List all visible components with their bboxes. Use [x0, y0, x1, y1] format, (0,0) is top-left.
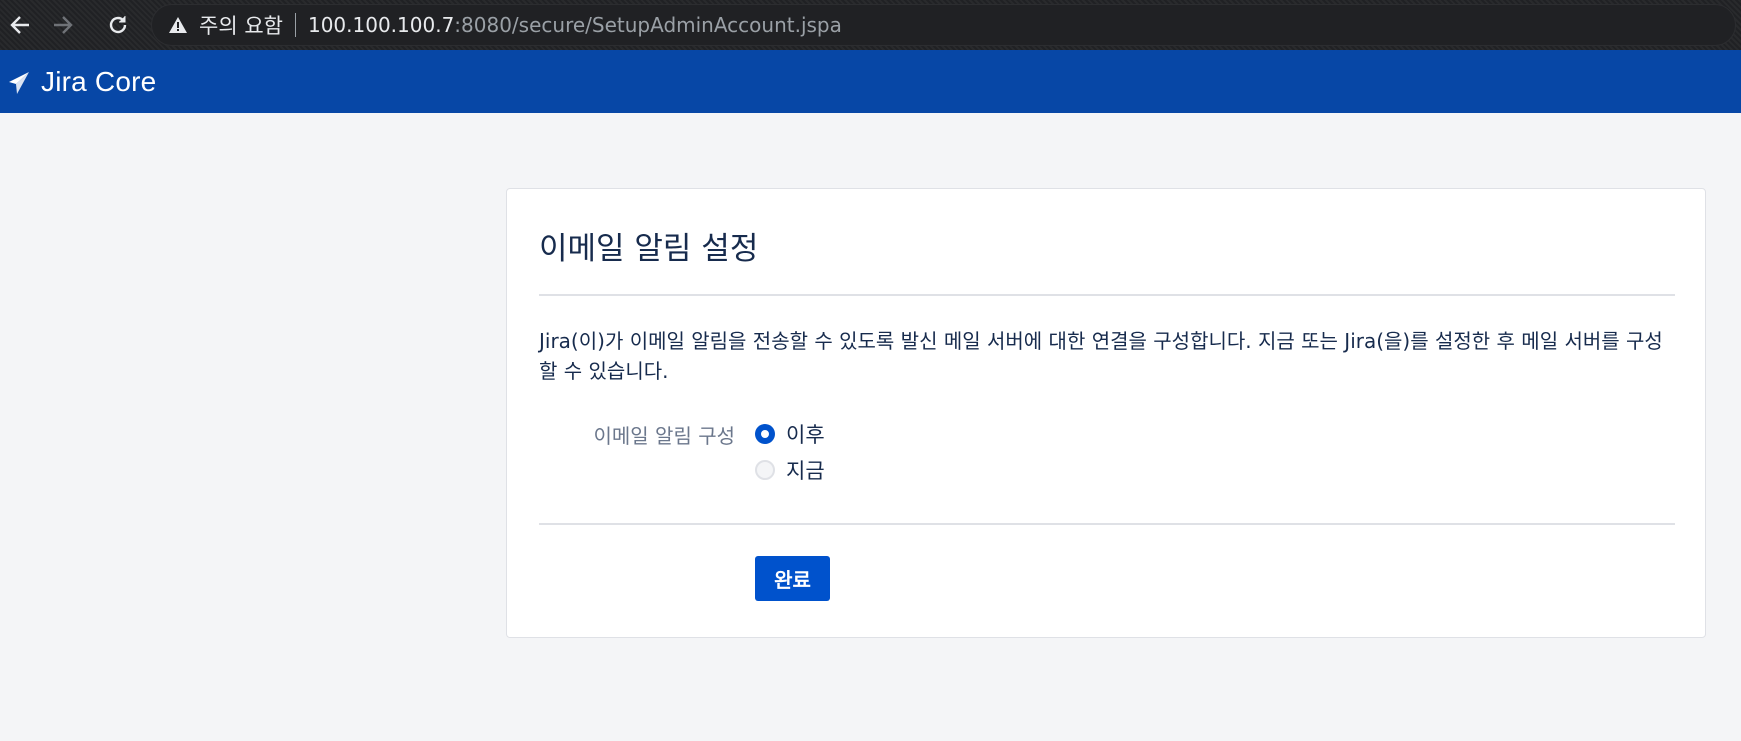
- address-separator: [294, 13, 296, 37]
- radio-now[interactable]: [755, 460, 775, 480]
- divider-top: [539, 294, 1675, 296]
- radio-option-later[interactable]: 이후: [755, 419, 825, 449]
- browser-toolbar: 주의 요함 100.100.100.7:8080/secure/SetupAdm…: [0, 0, 1741, 50]
- address-bar[interactable]: 주의 요함 100.100.100.7:8080/secure/SetupAdm…: [151, 4, 1736, 46]
- email-notification-label: 이메일 알림 구성: [593, 424, 735, 448]
- radio-option-now[interactable]: 지금: [755, 455, 825, 485]
- radio-now-label[interactable]: 지금: [786, 455, 825, 485]
- description: Jira(이)가 이메일 알림을 전송할 수 있도록 발신 메일 서버에 대한 …: [539, 329, 1663, 383]
- url-path[interactable]: :8080/secure/SetupAdminAccount.jspa: [454, 13, 842, 37]
- radio-later[interactable]: [755, 424, 775, 444]
- divider-bottom: [539, 523, 1675, 525]
- url-host[interactable]: 100.100.100.7: [308, 13, 454, 37]
- reload-icon[interactable]: [103, 10, 133, 40]
- jira-header: Jira Core: [0, 50, 1741, 113]
- security-warning-text[interactable]: 주의 요함: [199, 10, 283, 40]
- finish-button[interactable]: 완료: [755, 556, 830, 601]
- setup-card: 이메일 알림 설정 Jira(이)가 이메일 알림을 전송할 수 있도록 발신 …: [506, 188, 1706, 638]
- jira-logo-icon[interactable]: [7, 68, 31, 96]
- radio-later-label[interactable]: 이후: [786, 419, 825, 449]
- arrow-left-icon[interactable]: [5, 10, 35, 40]
- warning-triangle-icon[interactable]: [169, 16, 187, 34]
- page-title: 이메일 알림 설정: [539, 231, 759, 267]
- arrow-right-icon[interactable]: [48, 10, 78, 40]
- product-name[interactable]: Jira Core: [41, 66, 156, 98]
